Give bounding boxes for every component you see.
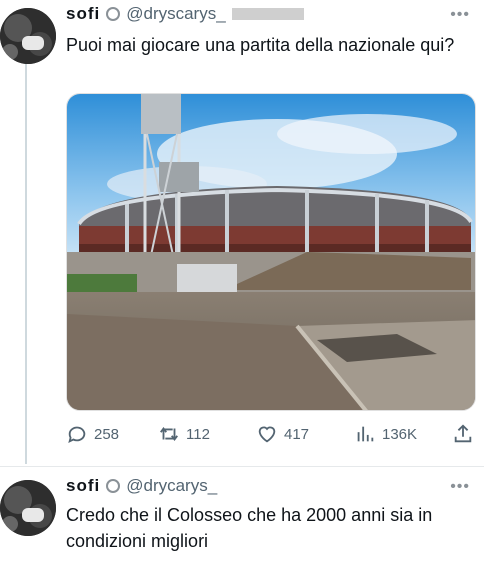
avatar[interactable] bbox=[0, 8, 56, 64]
tweet-main[interactable]: sofi @dryscarys_ ••• Puoi mai giocare un… bbox=[0, 0, 484, 466]
tweet-header: sofi @drycarys_ bbox=[66, 476, 217, 496]
like-count: 417 bbox=[284, 425, 310, 443]
display-name[interactable]: sofi bbox=[66, 476, 100, 496]
share-icon bbox=[454, 424, 472, 443]
views-count: 136K bbox=[382, 425, 418, 443]
tweet-text: Credo che il Colosseo che ha 2000 anni s… bbox=[66, 505, 433, 551]
tweet-actions: 258 112 417 136K bbox=[66, 422, 476, 446]
verified-badge-icon bbox=[106, 479, 121, 493]
tweet-header: sofi @dryscarys_ bbox=[66, 4, 304, 24]
retweet-button[interactable]: 112 bbox=[158, 423, 256, 445]
tweet-image[interactable] bbox=[66, 93, 476, 411]
like-button[interactable]: 417 bbox=[256, 423, 354, 445]
redaction-bar bbox=[231, 8, 304, 20]
retweet-icon bbox=[160, 426, 178, 442]
views-chart-icon bbox=[357, 426, 374, 442]
reply-icon bbox=[68, 426, 86, 444]
reply-count: 258 bbox=[94, 425, 120, 443]
user-handle[interactable]: @dryscarys_ bbox=[126, 4, 225, 24]
share-button[interactable] bbox=[452, 423, 476, 445]
more-dots-icon[interactable]: ••• bbox=[450, 6, 470, 24]
avatar[interactable] bbox=[0, 480, 56, 536]
thread-connector-line bbox=[25, 64, 27, 464]
more-dots-icon[interactable]: ••• bbox=[450, 478, 470, 496]
reply-button[interactable]: 258 bbox=[66, 423, 158, 445]
stadium-photo bbox=[67, 94, 475, 410]
verified-badge-icon bbox=[106, 7, 121, 21]
tweet-text: Puoi mai giocare una partita della nazio… bbox=[66, 35, 455, 55]
tweet-reply[interactable]: sofi @drycarys_ ••• Credo che il Colosse… bbox=[0, 470, 484, 562]
views-button[interactable]: 136K bbox=[354, 423, 452, 445]
user-handle[interactable]: @drycarys_ bbox=[126, 476, 217, 496]
tweet-divider bbox=[0, 466, 484, 467]
heart-icon bbox=[258, 426, 276, 443]
display-name[interactable]: sofi bbox=[66, 4, 100, 24]
retweet-count: 112 bbox=[186, 425, 210, 443]
